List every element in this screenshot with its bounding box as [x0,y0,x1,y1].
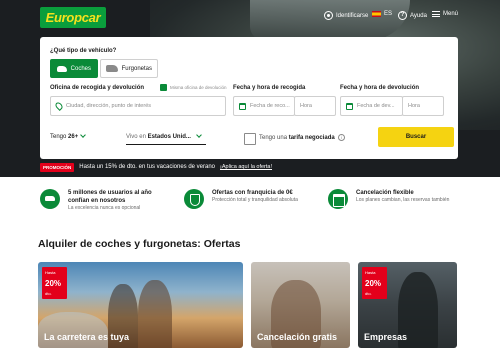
location-pin-icon [54,101,64,111]
offer-title: Cancelación gratis [257,332,338,342]
badge-top: Hasta [365,270,376,275]
badge-bottom: dto. [45,291,52,296]
pickup-location-placeholder: Ciudad, dirección, punto de interés [66,103,151,109]
residence-underline [126,144,206,145]
europcar-logo[interactable]: Europcar [40,7,106,28]
benefit-title: 5 millones de usuarios al año confían en… [68,190,152,204]
pickup-date-input[interactable]: Fecha de reco... [233,96,295,116]
benefit-title: Ofertas con franquicia de 0€ [212,190,293,196]
language-label: ES [384,11,393,17]
negotiated-rate-checkbox[interactable] [244,133,256,145]
login-label: Identificarse [336,12,369,19]
negotiated-rate-prefix: Tengo una [259,135,288,142]
promo-strip: PROMOCIÓN Hasta un 15% de dto. en tus va… [40,161,458,173]
return-date-placeholder: Fecha de dev... [357,103,395,109]
residence-value: Estados Unid... [147,134,191,140]
return-datetime-label: Fecha y hora de devolución [340,85,420,91]
promo-link[interactable]: ¡Aplica aquí la oferta! [220,164,272,170]
pickup-location-input[interactable]: Ciudad, dirección, punto de interés [50,96,226,116]
benefit-zero-excess: Ofertas con franquicia de 0€ Protección … [184,189,312,209]
help-icon: ? [398,11,407,20]
vehicle-type-cars-label: Coches [70,65,91,72]
badge-bottom: dto. [365,291,372,296]
menu-label: Menú [443,11,459,17]
benefit-subtitle: Los planes cambian, las reservas también [356,197,450,203]
benefit-subtitle: Protección total y tranquilidad absoluta [212,197,298,203]
language-selector[interactable]: ES [372,11,392,17]
calendar-icon [346,102,353,110]
menu-button[interactable]: Menú [432,11,458,17]
offer-card-free-cancellation[interactable]: Cancelación gratis [251,262,350,348]
offer-card-business[interactable]: Hasta 20% dto. Empresas [358,262,457,348]
age-selector[interactable]: Tengo 26+ [50,132,87,140]
offer-card-road[interactable]: Hasta 20% dto. La carretera es tuya [38,262,243,348]
return-date-input[interactable]: Fecha de dev... [340,96,403,116]
offer-title: La carretera es tuya [44,332,130,342]
hero-car-window [250,0,410,40]
pickup-office-label: Oficina de recogida y devolución [50,85,145,91]
age-value: 26+ [68,134,79,140]
residence-selector[interactable]: Vivo en Estados Unid... [126,132,202,140]
search-button[interactable]: Buscar [378,127,454,147]
offers-title: Alquiler de coches y furgonetas: Ofertas [38,238,241,250]
discount-badge: Hasta 20% dto. [42,267,67,299]
return-time-placeholder: Hora [408,103,420,109]
return-time-input[interactable]: Hora [402,96,444,116]
car-icon [57,65,67,72]
calendar-icon [328,189,348,209]
benefit-flexible-cancellation: Cancelación flexible Los planes cambian,… [328,189,463,209]
benefit-users: 5 millones de usuarios al año confían en… [40,189,162,212]
hero-banner: Europcar Identificarse ES ? Ayuda Menú ¿… [0,0,500,177]
badge-percent: 20% [365,279,382,288]
hamburger-icon [432,11,440,17]
pickup-date-placeholder: Fecha de reco... [250,103,290,109]
spain-flag-icon [372,11,381,17]
age-prefix: Tengo [50,134,67,140]
negotiated-rate-label: Tengo una tarifa negociada i [259,134,345,141]
promo-tag: PROMOCIÓN [40,162,75,172]
info-icon[interactable]: i [337,134,345,141]
booking-form: ¿Qué tipo de vehículo? Coches Furgonetas… [40,37,458,159]
vehicle-type-cars[interactable]: Coches [50,59,98,78]
promo-text: Hasta un 15% de dto. en tus vacaciones d… [79,164,216,170]
badge-top: Hasta [45,270,56,275]
car-image [38,312,108,348]
pickup-datetime-label: Fecha y hora de recogida [233,85,306,91]
benefit-title: Cancelación flexible [356,190,414,196]
offer-title: Empresas [364,332,408,342]
chevron-down-icon [196,132,202,138]
help-label: Ayuda [410,12,427,19]
discount-badge: Hasta 20% dto. [362,267,387,299]
person-image [138,280,172,348]
badge-percent: 20% [45,279,62,288]
shield-check-icon [184,189,204,209]
residence-prefix: Vivo en [126,134,146,140]
vehicle-type-vans-label: Furgonetas [121,65,152,72]
car-icon [40,189,60,209]
pickup-time-placeholder: Hora [300,103,312,109]
user-icon [324,11,333,20]
vehicle-type-question: ¿Qué tipo de vehículo? [50,48,117,54]
calendar-icon [239,102,246,110]
vehicle-type-vans[interactable]: Furgonetas [100,59,158,78]
negotiated-rate-bold: tarifa negociada [288,135,335,142]
chevron-down-icon [80,132,87,138]
same-office-label: Misma oficina de devolución [170,85,227,90]
pickup-time-input[interactable]: Hora [294,96,336,116]
login-link[interactable]: Identificarse [324,11,368,20]
help-link[interactable]: ? Ayuda [398,11,427,20]
van-icon [106,65,118,72]
benefit-subtitle: La excelencia nunca es opcional [68,205,141,211]
same-office-checkbox[interactable] [160,84,167,91]
